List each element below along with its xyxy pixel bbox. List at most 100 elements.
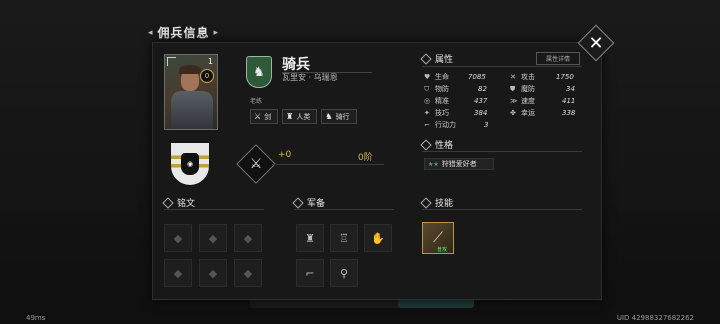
uid-readout: UID 42988327682262 <box>616 314 694 322</box>
class-subtitle: 老练 <box>250 98 263 105</box>
helmet-slot[interactable]: ♜ <box>296 224 324 252</box>
weapon-rank: 0阶 <box>358 153 373 163</box>
boot-icon: ⌐ <box>305 266 315 280</box>
inscription-divider <box>164 209 264 210</box>
stat-action: ⌐ 行动力 3 <box>424 120 488 130</box>
diamond-icon <box>420 52 432 65</box>
stat-value: 437 <box>474 97 488 105</box>
boots-slot[interactable]: ⌐ <box>296 259 324 287</box>
sword-icon: ⚔ <box>254 112 262 121</box>
magic-shield-icon: ⛊ <box>510 84 516 93</box>
trait-stars: ★★ <box>428 160 439 168</box>
personality-title: 性格 <box>435 141 454 151</box>
weapon-divider <box>272 164 384 165</box>
shield-icon: ⛉ <box>424 84 430 93</box>
arrow-right-icon: ▸ <box>213 27 220 38</box>
inscription-slot[interactable]: ◆ <box>164 259 192 287</box>
portrait-body <box>171 91 213 129</box>
background-blur-text <box>40 6 240 18</box>
unit-portrait[interactable]: 1 0 <box>164 54 218 130</box>
personality-trait[interactable]: ★★ 狩猎爱好者 <box>424 158 494 170</box>
fps-readout: 49ms <box>26 314 46 322</box>
equipment-header: 军备 <box>292 196 326 209</box>
ring-icon: ⚲ <box>339 266 349 280</box>
inscription-slot[interactable]: ◆ <box>164 224 192 252</box>
accessory-slot[interactable]: ⚲ <box>330 259 358 287</box>
stat-value: 34 <box>566 85 575 93</box>
armor-icon: ♖ <box>339 231 349 245</box>
stat-speed: ≫ 速度 411 <box>510 96 575 106</box>
attributes-detail-button[interactable]: 属性详情 <box>536 52 580 65</box>
diamond-icon <box>420 196 432 209</box>
attributes-header: 属性 <box>420 52 454 65</box>
stat-label: 物防 <box>435 85 449 93</box>
trait-label: 狩猎爱好者 <box>441 160 477 168</box>
attributes-divider <box>422 66 582 67</box>
tag-riding[interactable]: ♞ 骑行 <box>321 109 357 124</box>
stat-label: 魔防 <box>521 85 535 93</box>
skills-divider <box>422 209 582 210</box>
inscription-header: 铭文 <box>162 196 196 209</box>
diamond-icon <box>162 196 174 209</box>
horse-class-icon: ♞ <box>246 56 272 88</box>
stat-skill: ✦ 技巧 384 <box>424 108 487 118</box>
unit-tags: ⚔ 剑 ♜ 人类 ♞ 骑行 <box>250 109 357 124</box>
skill-icon: ✦ <box>424 109 430 117</box>
tag-label: 骑行 <box>335 112 350 121</box>
inscription-title: 铭文 <box>177 199 196 209</box>
stat-phys-def: ⛉ 物防 82 <box>424 84 487 94</box>
target-icon: ◎ <box>424 97 431 105</box>
gauntlet-icon: ✋ <box>371 231 385 245</box>
stat-label: 幸运 <box>521 109 535 117</box>
claw-slash-icon: ⟋ <box>433 230 443 246</box>
stat-luck: ✤ 幸运 338 <box>510 108 575 118</box>
boot-icon: ⌐ <box>424 121 430 129</box>
diamond-icon <box>420 138 432 151</box>
skills-title: 技能 <box>435 199 454 209</box>
stat-precision: ◎ 精准 437 <box>424 96 487 106</box>
stat-label: 攻击 <box>521 73 535 81</box>
arrow-left-icon: ◂ <box>148 27 154 38</box>
tag-sword[interactable]: ⚔ 剑 <box>250 109 279 124</box>
attributes-title: 属性 <box>435 55 454 65</box>
helmet-icon: ♜ <box>305 231 315 245</box>
gauntlet-slot[interactable]: ✋ <box>364 224 392 252</box>
portrait-corner-icon <box>167 57 176 66</box>
unit-name: 骑兵 <box>282 57 310 73</box>
stat-value: 3 <box>484 121 489 129</box>
tag-human[interactable]: ♜ 人类 <box>282 109 318 124</box>
sword-icon[interactable]: ⚔ <box>242 150 270 178</box>
stat-label: 生命 <box>435 73 449 81</box>
inscription-slot[interactable]: ◆ <box>234 224 262 252</box>
portrait-hair <box>179 65 201 74</box>
unit-level: 1 <box>207 57 213 66</box>
horse-icon: ♞ <box>325 112 333 121</box>
tag-label: 人类 <box>296 112 311 121</box>
stat-label: 技巧 <box>435 109 449 117</box>
star-badge: 0 <box>200 69 214 83</box>
hand-eye-icon: ◉ <box>181 153 199 175</box>
skills-header: 技能 <box>420 196 454 209</box>
equipment-title: 军备 <box>307 199 326 209</box>
clover-icon: ✤ <box>510 109 516 117</box>
stat-magic-def: ⛊ 魔防 34 <box>510 84 575 94</box>
inscription-slot[interactable]: ◆ <box>199 224 227 252</box>
unit-subname: 瓦里安 · 乌瑞恩 <box>282 73 338 82</box>
tag-label: 剑 <box>264 112 272 121</box>
screen-title: ◂ 佣兵信息 ▸ <box>148 24 219 41</box>
armor-slot[interactable]: ♖ <box>330 224 358 252</box>
heart-icon: ♥ <box>424 73 431 81</box>
personality-divider <box>422 151 582 152</box>
weapon-plus: +0 <box>278 150 292 160</box>
stat-value: 1750 <box>556 73 574 81</box>
stat-hp: ♥ 生命 7085 <box>424 72 486 82</box>
screen-title-text: 佣兵信息 <box>157 26 210 40</box>
stat-attack: ✕ 攻击 1750 <box>510 72 574 82</box>
stat-label: 行动力 <box>435 121 456 129</box>
inscription-slot[interactable]: ◆ <box>199 259 227 287</box>
stat-value: 411 <box>562 97 576 105</box>
inscription-slot[interactable]: ◆ <box>234 259 262 287</box>
stat-value: 338 <box>562 109 576 117</box>
close-icon[interactable]: ✕ <box>583 30 609 56</box>
helmet-icon: ♜ <box>286 112 294 121</box>
